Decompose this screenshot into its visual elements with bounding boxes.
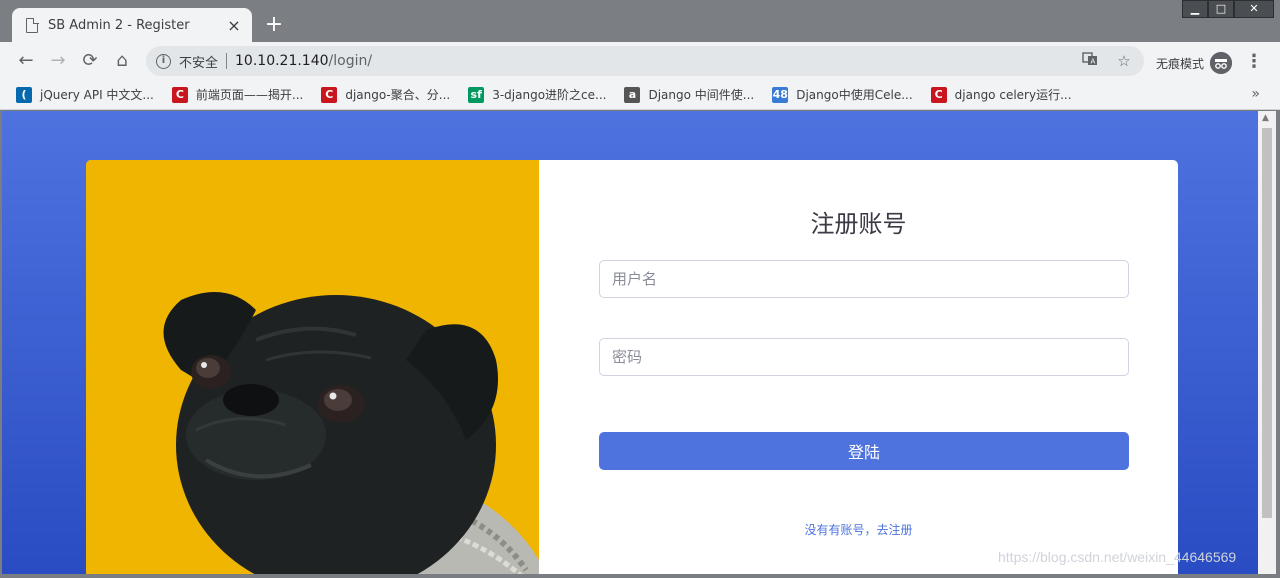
minimize-button[interactable]: ▁ [1182,0,1208,18]
info-icon[interactable]: i [156,53,171,69]
page-title: 注册账号 [810,210,907,238]
window-close-button[interactable]: ✕ [1234,0,1274,18]
translate-icon[interactable]: A [1080,51,1100,71]
scroll-up-icon[interactable]: ▲ [1262,113,1269,123]
bookmark-item[interactable]: sf 3-django进阶之ce... [468,86,606,103]
reload-button[interactable]: ⟳ [74,45,106,77]
bookmark-item[interactable]: Cdjango-聚合、分... [321,86,450,103]
maximize-button[interactable]: □ [1208,0,1234,18]
omnibox-separator [226,53,228,69]
bookmark-item[interactable]: ( jQuery API 中文文... [16,86,154,103]
register-card: 注册账号 登陆 没有有账号，去注册 [86,160,1178,574]
pug-photo [86,160,539,574]
bookmarks-overflow-icon[interactable]: » [1251,86,1260,102]
window-controls: ▁ □ ✕ [1182,0,1274,18]
bookmark-label: 前端页面——揭开... [195,88,304,102]
bookmark-item[interactable]: C 前端页面——揭开... [171,86,304,103]
pug-illustration [86,160,539,574]
forward-button[interactable]: → [42,45,74,77]
incognito-label: 无痕模式 [1156,56,1205,71]
tab-title: SB Admin 2 - Register [48,18,190,33]
browser-toolbar: ← → ⟳ ⌂ i 不安全 10.10.21.140 /login/ A ☆ 无… [0,42,1280,80]
bookmark-item[interactable]: a Django 中间件使... [624,86,754,103]
home-button[interactable]: ⌂ [106,45,138,77]
bookmark-favicon-icon: C [321,86,338,103]
incognito-icon [1210,52,1233,74]
new-tab-button[interactable]: + [262,13,286,37]
page-scrollbar[interactable]: ▲ [1258,111,1276,574]
watermark: https://blog.csdn.net/weixin_44646569 [998,549,1237,565]
browser-tab[interactable]: SB Admin 2 - Register × [12,8,252,43]
bookmark-label: django celery运行... [954,88,1072,102]
menu-icon[interactable]: ⋮ [1244,50,1264,74]
username-input[interactable] [599,260,1129,298]
bookmark-favicon-icon: 48 [772,86,789,103]
url-path[interactable]: /login/ [329,53,373,69]
bookmark-favicon-icon: C [171,86,188,103]
bookmark-favicon-icon: C [930,86,947,103]
bookmark-label: Django 中间件使... [648,88,755,102]
page-icon [26,17,39,33]
page-viewport: 注册账号 登陆 没有有账号，去注册 [2,111,1258,574]
bookmark-label: jQuery API 中文文... [40,88,154,102]
scroll-thumb[interactable] [1262,128,1272,518]
back-button[interactable]: ← [10,45,42,77]
incognito-indicator[interactable]: 无痕模式 [1156,52,1233,74]
url-host[interactable]: 10.10.21.140 [235,53,329,69]
svg-text:A: A [1091,58,1096,66]
bookmark-favicon-icon: ( [16,86,32,103]
bookmark-label: django-聚合、分... [345,88,451,102]
register-link[interactable]: 没有有账号，去注册 [539,521,1178,538]
login-button[interactable]: 登陆 [599,432,1129,470]
tab-close-icon[interactable]: × [226,17,242,34]
bookmark-label: 3-django进阶之ce... [492,88,607,102]
omnibox-actions: A ☆ [1080,51,1134,71]
bookmarks-bar: ( jQuery API 中文文... C 前端页面——揭开... Cdjango-聚合… [0,80,1280,110]
address-bar[interactable]: i 不安全 10.10.21.140 /login/ A ☆ [146,46,1144,76]
form-panel: 注册账号 登陆 没有有账号，去注册 [539,160,1178,574]
password-input[interactable] [599,338,1129,376]
bookmark-item[interactable]: 48 Django中使用Cele... [772,86,913,103]
security-label[interactable]: 不安全 [179,52,218,71]
star-icon[interactable]: ☆ [1114,51,1134,71]
tab-strip: SB Admin 2 - Register × + ▁ □ ✕ [0,0,1280,43]
bookmark-favicon-icon: sf [468,86,485,103]
bookmark-label: Django中使用Cele... [796,88,913,102]
bookmark-item[interactable]: Cdjango celery运行... [930,86,1072,103]
bookmark-favicon-icon: a [624,86,641,103]
